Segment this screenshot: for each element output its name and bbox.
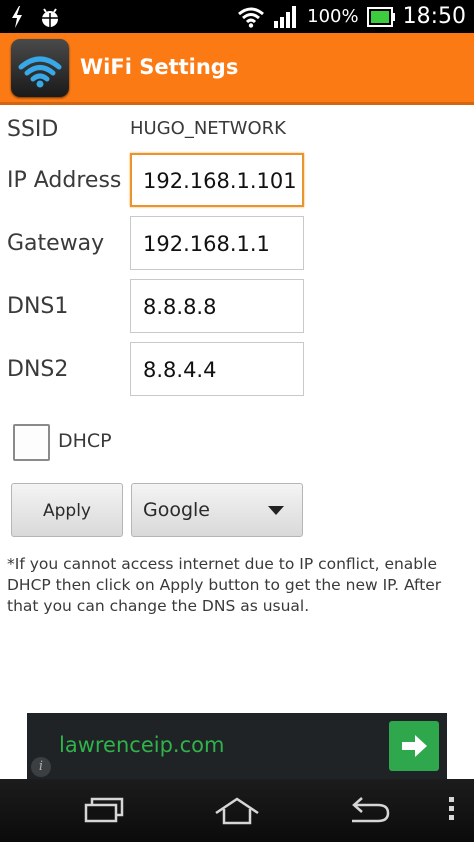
dns2-label: DNS2 [7, 357, 69, 382]
status-bar: 100% 18:50 [0, 0, 474, 33]
ip-address-input[interactable]: 192.168.1.101 [130, 153, 304, 207]
wifi-signal-icon [238, 7, 265, 28]
dns-provider-select[interactable]: Google [131, 483, 303, 537]
status-bar-right: 100% 18:50 [237, 4, 466, 29]
dns1-label: DNS1 [7, 294, 69, 319]
gateway-input[interactable]: 192.168.1.1 [130, 216, 304, 270]
battery-icon [366, 6, 395, 27]
page-title: WiFi Settings [80, 55, 239, 79]
dns1-input[interactable]: 8.8.8.8 [130, 279, 304, 333]
android-debug-icon [42, 8, 58, 27]
ad-banner[interactable]: lawrenceip.com i [27, 713, 447, 779]
action-bar: WiFi Settings [0, 33, 474, 105]
dhcp-label[interactable]: DHCP [58, 430, 112, 452]
dropdown-arrow-icon [268, 506, 284, 515]
status-bar-left [10, 5, 62, 29]
dhcp-note: *If you cannot access internet due to IP… [7, 555, 442, 615]
ssid-label: SSID [7, 117, 59, 142]
dns2-input[interactable]: 8.8.4.4 [130, 342, 304, 396]
arrow-right-icon [402, 735, 427, 757]
ip-address-label: IP Address [7, 168, 122, 193]
ssid-value: HUGO_NETWORK [130, 118, 286, 139]
gateway-label: Gateway [7, 231, 105, 256]
apply-button[interactable]: Apply [11, 483, 123, 537]
usb-lightning-icon [12, 6, 22, 28]
recent-apps-icon[interactable] [82, 795, 128, 827]
back-icon[interactable] [344, 795, 394, 827]
navigation-bar [0, 779, 474, 842]
home-icon[interactable] [212, 795, 262, 827]
cell-signal-icon [274, 5, 297, 28]
screen: 100% 18:50 WiFi Settings SSID HUGO_NETWO… [0, 0, 474, 842]
ad-text[interactable]: lawrenceip.com [59, 733, 224, 757]
ad-info-icon[interactable]: i [31, 757, 51, 777]
overflow-menu-icon[interactable] [449, 797, 455, 824]
dns-provider-value: Google [143, 499, 211, 521]
ad-open-button[interactable] [389, 721, 439, 771]
clock: 18:50 [402, 4, 466, 29]
wifi-app-icon [11, 39, 69, 97]
wifi-icon [18, 56, 62, 88]
battery-percent: 100% [307, 6, 359, 27]
dhcp-checkbox[interactable] [13, 424, 50, 461]
